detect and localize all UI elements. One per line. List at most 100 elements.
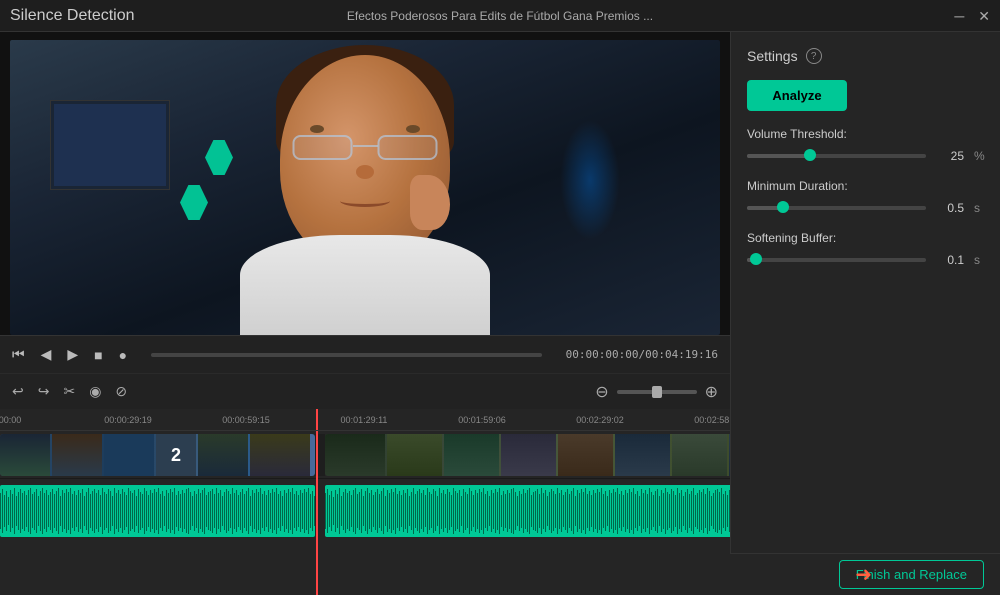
eye-button[interactable]: ◉: [89, 383, 101, 400]
undo-button[interactable]: ↩: [12, 383, 24, 400]
zoom-out-button[interactable]: ⊖: [595, 382, 608, 402]
titlebar-controls: ─ ✕: [954, 9, 990, 23]
clip2-thumb-a: [325, 434, 385, 476]
softening-buffer-value: 0.1: [936, 253, 964, 267]
playback-controls: ⏮ ◀ ▶ ■ ● 00:00:00:00/00:04:19:16: [0, 335, 730, 373]
toolbar-right: ⊖ ⊕: [595, 382, 718, 402]
main-layout: ⏮ ◀ ▶ ■ ● 00:00:00:00/00:04:19:16 ↩ ↪ ✂ …: [0, 32, 1000, 595]
glass-bridge: [353, 145, 378, 147]
playhead-cursor[interactable]: [316, 409, 318, 430]
zoom-slider[interactable]: [617, 390, 697, 394]
bg-monitor-inner: [54, 104, 166, 186]
preview-container: [0, 32, 730, 335]
help-icon-label: ?: [811, 51, 817, 62]
softening-buffer-section: Softening Buffer: 0.1 s: [747, 231, 984, 267]
playhead-line: [316, 431, 318, 595]
bg-green-icon-2: [180, 185, 208, 220]
ruler-mark-6: 00:02:58:22: [694, 415, 730, 425]
bottom-bar: ➜ Finish and Replace: [730, 553, 1000, 595]
softening-buffer-label: Softening Buffer:: [747, 231, 984, 245]
redo-button[interactable]: ↪: [38, 383, 50, 400]
record-button[interactable]: ●: [119, 347, 127, 363]
glass-right: [378, 135, 438, 160]
zoom-in-button[interactable]: ⊕: [705, 382, 718, 402]
finish-arrow-container: ➜: [855, 565, 872, 585]
volume-threshold-value: 25: [936, 149, 964, 163]
play-button[interactable]: ▶: [67, 346, 78, 363]
volume-threshold-track[interactable]: [747, 154, 926, 158]
glasses: [288, 135, 443, 163]
person-silhouette: [205, 45, 525, 335]
volume-threshold-label: Volume Threshold:: [747, 127, 984, 141]
volume-threshold-unit: %: [974, 149, 984, 163]
ruler-mark-2: 00:00:59:15: [222, 415, 270, 425]
ruler-mark-5: 00:02:29:02: [576, 415, 624, 425]
ruler-mark-3: 00:01:29:11: [341, 415, 388, 425]
zoom-thumb: [652, 386, 662, 398]
minimum-duration-value: 0.5: [936, 201, 964, 215]
finish-arrow-icon: ➜: [855, 565, 872, 585]
video-track: 2: [0, 431, 730, 479]
audio-track: // Generate waveform bars inline using S…: [0, 479, 730, 595]
clip-thumb-b: [52, 434, 102, 476]
clip2-thumb-d: [501, 434, 556, 476]
close-button[interactable]: ✕: [978, 9, 990, 23]
video-title: Efectos Poderosos Para Edits de Fútbol G…: [347, 9, 653, 23]
progress-bar[interactable]: [151, 353, 542, 357]
shirt: [240, 235, 490, 335]
volume-threshold-thumb[interactable]: [804, 149, 816, 161]
ruler-mark-1: 00:00:29:19: [104, 415, 152, 425]
skip-back-button[interactable]: ⏮: [12, 346, 25, 363]
softening-buffer-thumb[interactable]: [750, 253, 762, 265]
bg-light-orb: [560, 120, 620, 240]
clip-thumb-a: [0, 434, 50, 476]
waveform-svg-1: // Generate waveform bars inline using S…: [0, 485, 315, 537]
time-display: 00:00:00:00/00:04:19:16: [566, 348, 718, 361]
app-title: Silence Detection: [10, 7, 135, 25]
video-clip-1[interactable]: 2: [0, 434, 315, 476]
video-frame: [10, 40, 720, 335]
analyze-button[interactable]: Analyze: [747, 80, 847, 111]
audio-segment-2[interactable]: [325, 485, 730, 537]
hand-gesture: [410, 175, 450, 230]
minimum-duration-thumb[interactable]: [777, 201, 789, 213]
stop-button[interactable]: ■: [94, 347, 102, 363]
softening-buffer-row: 0.1 s: [747, 253, 984, 267]
clip2-thumb-b: [387, 434, 442, 476]
rewind-button[interactable]: ◀: [41, 346, 52, 363]
mute-button[interactable]: ⊘: [115, 383, 127, 400]
video-clip-2[interactable]: [325, 434, 730, 476]
titlebar: Silence Detection Efectos Poderosos Para…: [0, 0, 1000, 32]
right-panel: Settings ? Analyze Volume Threshold: 25 …: [730, 32, 1000, 595]
minimum-duration-track[interactable]: [747, 206, 926, 210]
clip-thumb-e: [198, 434, 248, 476]
waveform-svg-2: [325, 485, 730, 537]
minimum-duration-section: Minimum Duration: 0.5 s: [747, 179, 984, 215]
spacer: [747, 283, 984, 579]
clip2-thumb-g: [672, 434, 727, 476]
settings-header: Settings ?: [747, 48, 984, 64]
time-ruler: 00:00 00:00:29:19 00:00:59:15 00:01:29:1…: [0, 409, 730, 431]
softening-buffer-track[interactable]: [747, 258, 926, 262]
help-icon[interactable]: ?: [806, 48, 822, 64]
volume-threshold-section: Volume Threshold: 25 %: [747, 127, 984, 163]
preview-box: [10, 40, 720, 335]
clip2-thumb-e: [558, 434, 613, 476]
volume-threshold-row: 25 %: [747, 149, 984, 163]
volume-threshold-fill: [747, 154, 810, 158]
clip-thumb-c: [104, 434, 154, 476]
timeline[interactable]: 00:00 00:00:29:19 00:00:59:15 00:01:29:1…: [0, 409, 730, 595]
cut-button[interactable]: ✂: [63, 383, 75, 400]
clip-thumb-d: 2: [156, 434, 196, 476]
minimum-duration-unit: s: [974, 201, 984, 215]
minimum-duration-label: Minimum Duration:: [747, 179, 984, 193]
clip2-thumb-c: [444, 434, 499, 476]
clip-thumb-f: [250, 434, 310, 476]
tracks-area: 2: [0, 431, 730, 595]
minimize-button[interactable]: ─: [954, 9, 964, 23]
clip2-thumb-f: [615, 434, 670, 476]
toolbar: ↩ ↪ ✂ ◉ ⊘ ⊖ ⊕: [0, 373, 730, 409]
ruler-mark-0: 00:00: [0, 415, 21, 425]
audio-segment-1[interactable]: // Generate waveform bars inline using S…: [0, 485, 315, 537]
left-panel: ⏮ ◀ ▶ ■ ● 00:00:00:00/00:04:19:16 ↩ ↪ ✂ …: [0, 32, 730, 595]
